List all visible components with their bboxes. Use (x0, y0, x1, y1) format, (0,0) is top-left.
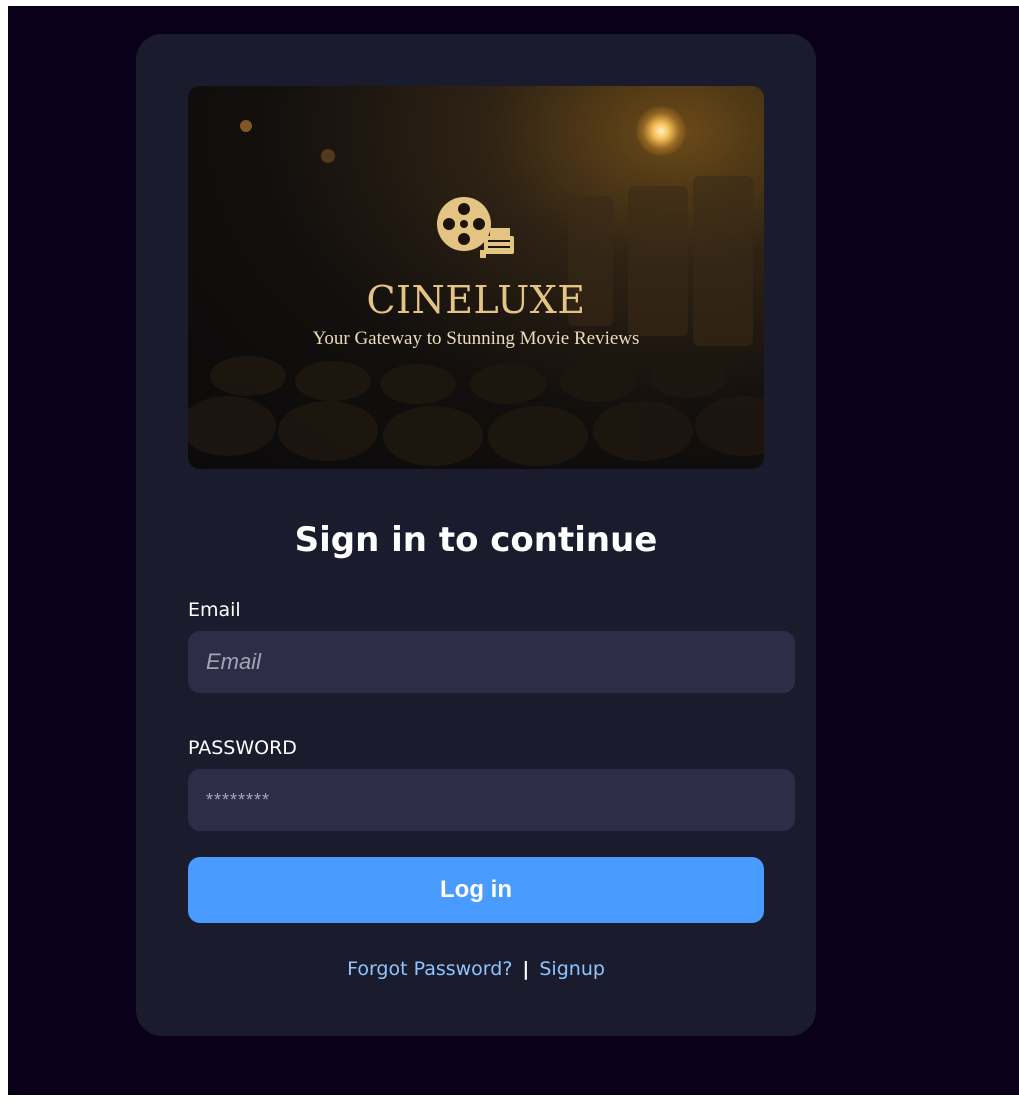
brand-logo: CINELUXE Your Gateway to Stunning Movie … (188, 190, 764, 350)
page-title: Sign in to continue (294, 520, 658, 560)
film-reel-icon (437, 197, 514, 258)
footer-links: Forgot Password? | Signup (136, 958, 816, 980)
brand-tagline: Your Gateway to Stunning Movie Reviews (312, 328, 640, 349)
hero-banner: CINELUXE Your Gateway to Stunning Movie … (188, 86, 764, 469)
login-card: CINELUXE Your Gateway to Stunning Movie … (136, 34, 816, 1036)
email-field[interactable] (188, 631, 795, 693)
forgot-password-link[interactable]: Forgot Password? (347, 958, 512, 980)
page-background: CINELUXE Your Gateway to Stunning Movie … (8, 6, 1019, 1095)
login-button[interactable]: Log in (188, 857, 764, 923)
password-field[interactable] (188, 769, 795, 831)
link-separator: | (522, 958, 530, 980)
brand-name: CINELUXE (366, 278, 586, 322)
signup-link[interactable]: Signup (539, 958, 605, 980)
email-label: Email (188, 599, 241, 621)
password-label: PASSWORD (188, 737, 297, 759)
spotlight-glow (636, 106, 686, 156)
